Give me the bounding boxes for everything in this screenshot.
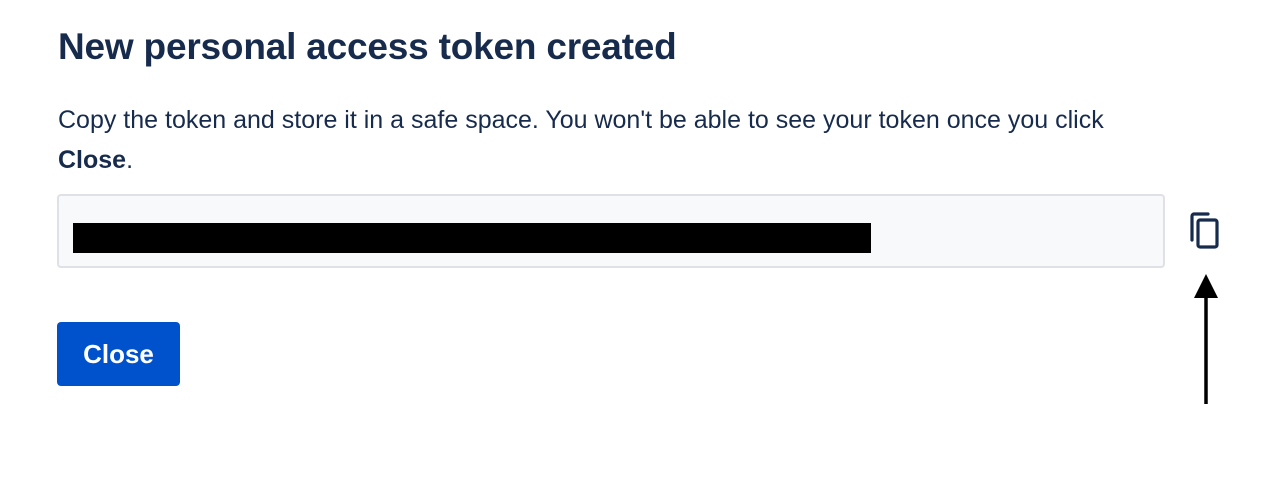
token-field[interactable] — [57, 194, 1165, 268]
description-text: Copy the token and store it in a safe sp… — [58, 106, 1104, 134]
token-value-redacted[interactable] — [73, 223, 871, 253]
description-emphasis: Close — [58, 146, 127, 174]
dialog-title: New personal access token created — [58, 26, 677, 67]
token-created-dialog: New personal access token created Copy t… — [0, 0, 1280, 498]
dialog-description: Copy the token and store it in a safe sp… — [58, 100, 1178, 180]
copy-icon — [1186, 210, 1226, 254]
close-button[interactable]: Close — [57, 322, 180, 386]
up-arrow-annotation — [1190, 274, 1222, 406]
copy-token-button[interactable] — [1186, 210, 1226, 254]
description-period: . — [126, 146, 134, 174]
